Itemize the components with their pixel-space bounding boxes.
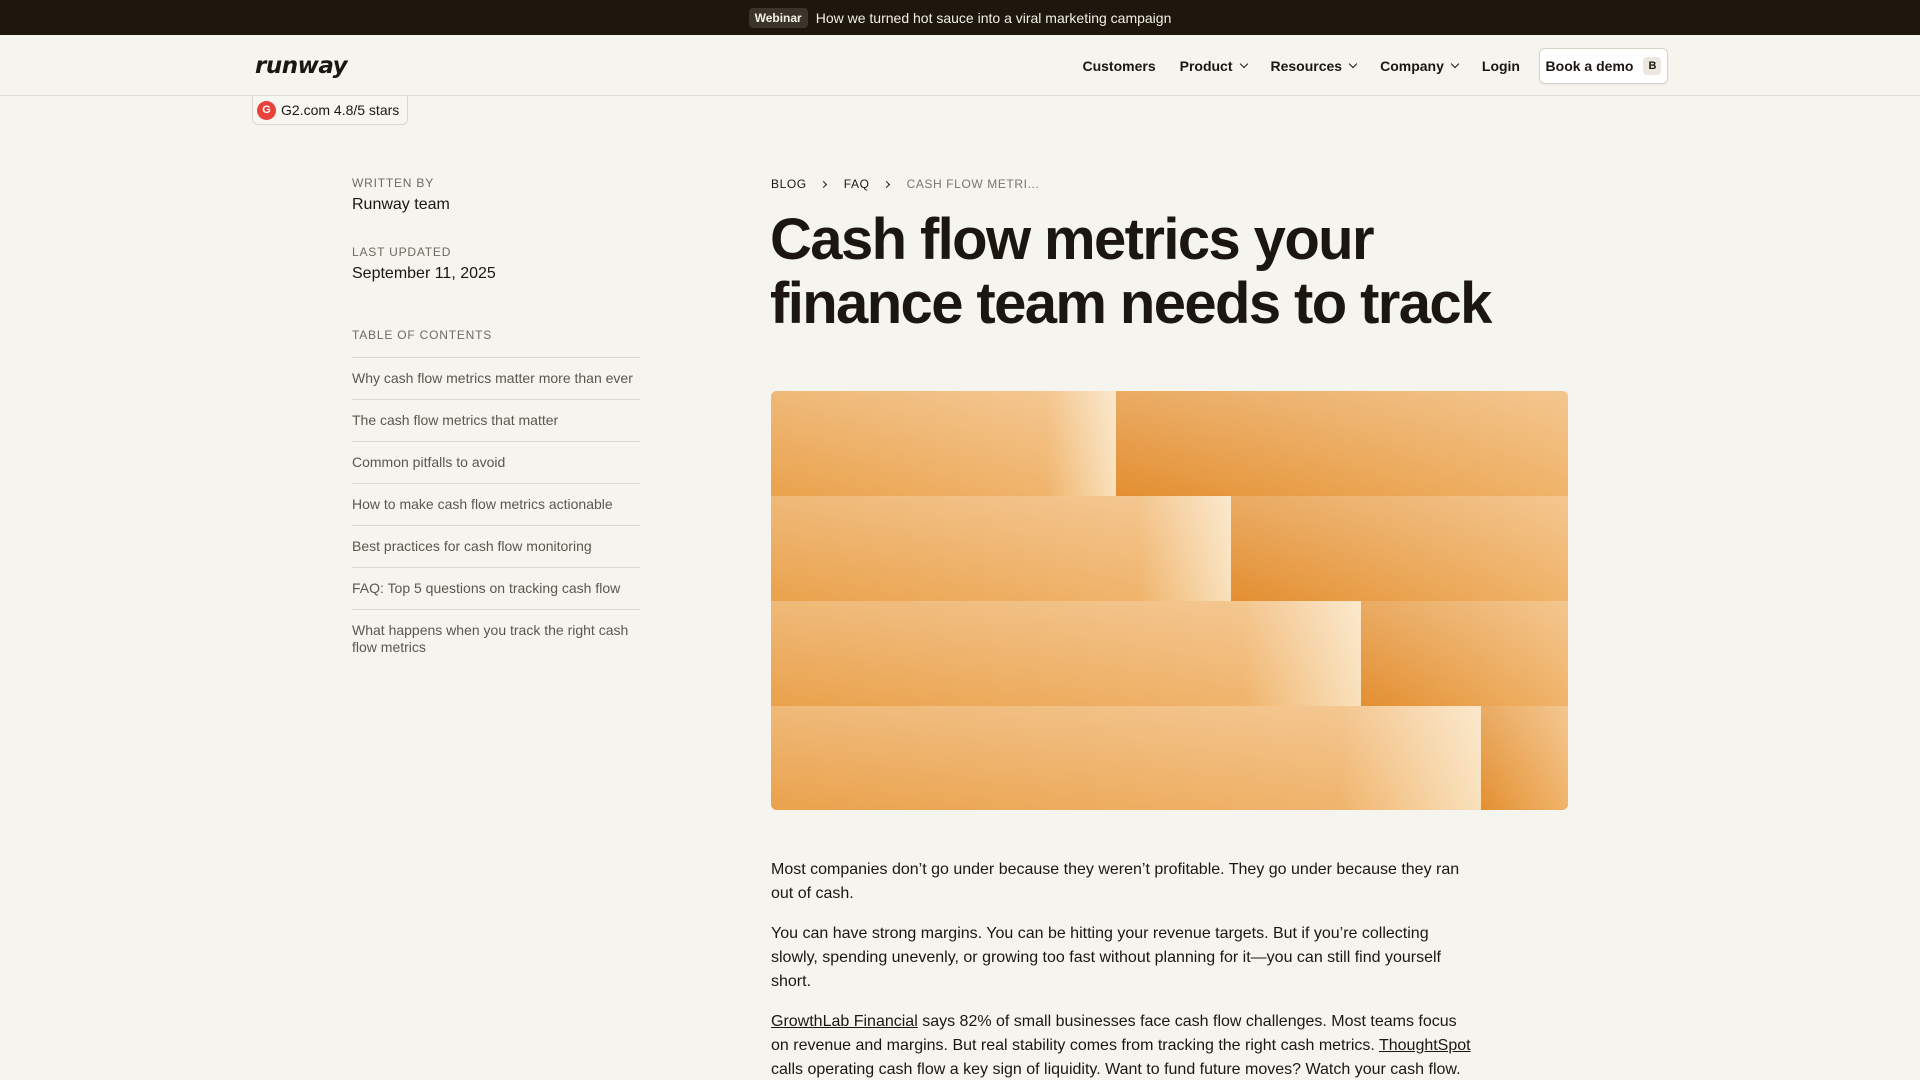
book-demo-button[interactable]: Book a demo B — [1539, 48, 1668, 84]
toc-item[interactable]: Why cash flow metrics matter more than e… — [352, 358, 640, 400]
page-title: Cash flow metrics your finance team need… — [770, 207, 1492, 336]
nav-login-label: Login — [1481, 57, 1520, 74]
written-by-label: WRITTEN BY — [352, 176, 434, 190]
paragraph-2: You can have strong margins. You can be … — [771, 925, 1441, 990]
author-name: Runway team — [352, 196, 450, 213]
nav-product-label: Product — [1179, 57, 1233, 74]
article-sidebar: WRITTEN BY Runway team LAST UPDATED Sept… — [352, 176, 640, 668]
breadcrumb-faq[interactable]: FAQ — [844, 177, 870, 191]
chevron-right-icon — [882, 180, 890, 188]
chevron-down-icon — [1239, 59, 1248, 68]
nav-customers[interactable]: Customers — [1082, 58, 1155, 74]
top-nav: runway Customers Product Resources Compa… — [0, 35, 1920, 96]
hero-artwork — [771, 391, 1568, 810]
nav-customers-label: Customers — [1082, 57, 1156, 74]
g2-logo-icon: G — [257, 100, 276, 120]
announcement-message[interactable]: How we turned hot sauce into a viral mar… — [816, 10, 1172, 26]
nav-company[interactable]: Company — [1380, 57, 1460, 74]
nav-login[interactable]: Login — [1482, 58, 1520, 74]
paragraph-3-text-b: calls operating cash flow a key sign of … — [771, 1061, 1461, 1078]
toc-item[interactable]: Common pitfalls to avoid — [352, 442, 640, 484]
toc-item[interactable]: Best practices for cash flow monitoring — [352, 526, 640, 568]
toc-title: TABLE OF CONTENTS — [352, 328, 493, 342]
book-demo-label: Book a demo — [1545, 58, 1634, 74]
chevron-down-icon — [1348, 59, 1358, 68]
announcement-bar[interactable]: Webinar How we turned hot sauce into a v… — [0, 0, 1920, 35]
toc-item[interactable]: The cash flow metrics that matter — [352, 400, 640, 442]
webinar-badge: Webinar — [748, 7, 808, 28]
breadcrumb: BLOG FAQ CASH FLOW METRI... — [771, 177, 1039, 191]
thoughtspot-link[interactable]: ThoughtSpot — [1379, 1037, 1471, 1054]
keyboard-shortcut-badge: B — [1643, 57, 1662, 75]
nav-product[interactable]: Product — [1179, 57, 1248, 74]
runway-logo[interactable]: runway — [255, 53, 348, 79]
last-updated-label: LAST UPDATED — [352, 245, 452, 259]
toc-item[interactable]: What happens when you track the right ca… — [352, 610, 640, 668]
paragraph-3: GrowthLab Financial says 82% of small bu… — [771, 1010, 1471, 1080]
toc-item[interactable]: FAQ: Top 5 questions on tracking cash fl… — [352, 568, 640, 610]
chevron-down-icon — [1450, 59, 1460, 68]
table-of-contents: Why cash flow metrics matter more than e… — [352, 357, 640, 668]
toc-item[interactable]: How to make cash flow metrics actionable — [352, 484, 640, 526]
g2-rating-badge[interactable]: G G2.com 4.8/5 stars — [252, 96, 409, 125]
paragraph-1: Most companies don’t go under because th… — [771, 861, 1460, 902]
article-body: Most companies don’t go under because th… — [771, 858, 1471, 1080]
nav-links: Customers Product Resources Company Logi… — [1082, 35, 1520, 96]
nav-company-label: Company — [1380, 57, 1444, 74]
growthlab-link[interactable]: GrowthLab Financial — [771, 1013, 918, 1030]
breadcrumb-current: CASH FLOW METRI... — [906, 177, 1040, 191]
chevron-right-icon — [819, 180, 827, 188]
nav-resources-label: Resources — [1270, 57, 1343, 74]
hero-image — [771, 391, 1568, 810]
nav-resources[interactable]: Resources — [1270, 57, 1358, 74]
breadcrumb-blog[interactable]: BLOG — [771, 177, 807, 191]
last-updated-date: September 11, 2025 — [352, 265, 496, 282]
g2-rating-text: G2.com 4.8/5 stars — [281, 102, 400, 118]
